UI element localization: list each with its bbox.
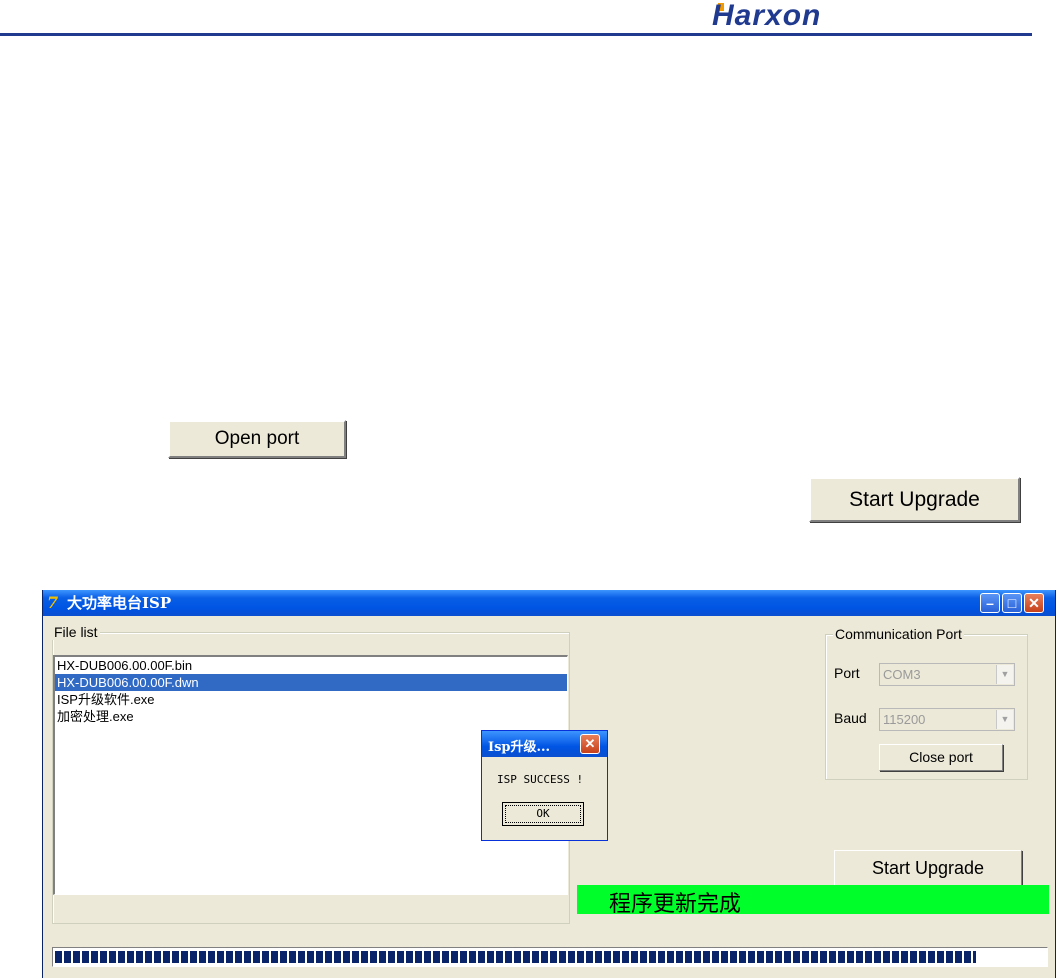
upgrade-progress-bar bbox=[52, 947, 1048, 967]
chevron-down-icon[interactable]: ▼ bbox=[996, 665, 1013, 684]
port-select[interactable]: COM3 ▼ bbox=[879, 663, 1015, 686]
app-logo-icon: 7 bbox=[47, 593, 59, 612]
status-text: 程序更新完成 bbox=[609, 892, 742, 917]
dialog-message: ISP SUCCESS ! bbox=[497, 773, 584, 786]
baud-select[interactable]: 115200 ▼ bbox=[879, 708, 1015, 731]
file-list-item-selected[interactable]: HX-DUB006.00.00F.dwn bbox=[55, 674, 567, 691]
file-list-label: File list bbox=[52, 624, 100, 640]
isp-success-dialog: Isp升级... ✕ ISP SUCCESS ! OK bbox=[481, 730, 608, 841]
dialog-titlebar[interactable]: Isp升级... ✕ bbox=[482, 731, 607, 757]
baud-select-value: 115200 bbox=[883, 712, 926, 727]
start-upgrade-button-standalone[interactable]: Start Upgrade bbox=[809, 477, 1020, 522]
status-banner: 程序更新完成 bbox=[577, 885, 1049, 917]
chevron-down-icon[interactable]: ▼ bbox=[996, 710, 1013, 729]
close-icon[interactable]: ✕ bbox=[580, 734, 600, 754]
minimize-icon[interactable]: – bbox=[980, 593, 1000, 613]
port-label: Port bbox=[834, 665, 860, 681]
file-list-item[interactable]: ISP升级软件.exe bbox=[55, 691, 567, 708]
communication-port-label: Communication Port bbox=[833, 626, 964, 642]
window-titlebar[interactable]: 7 大功率电台ISP – □ ✕ bbox=[43, 590, 1055, 616]
file-list-item[interactable]: HX-DUB006.00.00F.bin bbox=[55, 657, 567, 674]
close-port-button[interactable]: Close port bbox=[879, 744, 1003, 771]
baud-label: Baud bbox=[834, 710, 867, 726]
open-port-button[interactable]: Open port bbox=[168, 420, 346, 458]
harxon-logo: Harxon bbox=[712, 0, 822, 32]
start-upgrade-button[interactable]: Start Upgrade bbox=[834, 850, 1022, 886]
header-rule bbox=[0, 33, 1032, 36]
window-title: 大功率电台ISP bbox=[67, 594, 172, 612]
port-select-value: COM3 bbox=[883, 667, 921, 682]
maximize-icon[interactable]: □ bbox=[1002, 593, 1022, 613]
dialog-title: Isp升级... bbox=[488, 740, 551, 755]
file-list-item[interactable]: 加密处理.exe bbox=[55, 708, 567, 725]
progress-fill bbox=[55, 951, 976, 963]
close-icon[interactable]: ✕ bbox=[1024, 593, 1044, 613]
ok-button[interactable]: OK bbox=[502, 802, 584, 826]
